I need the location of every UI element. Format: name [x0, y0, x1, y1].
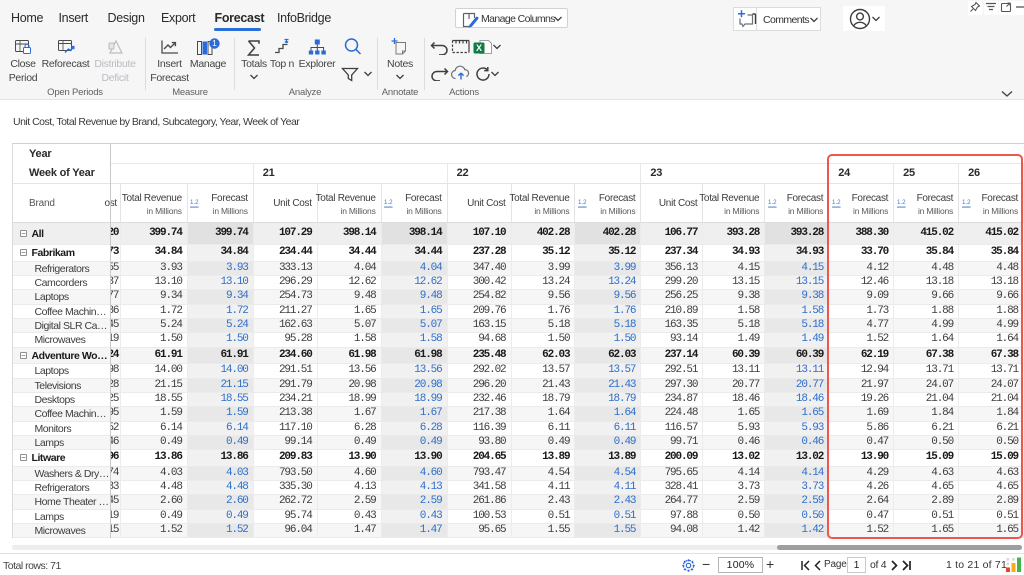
svg-text:1: 1: [212, 38, 217, 48]
svg-text:X: X: [476, 43, 482, 53]
